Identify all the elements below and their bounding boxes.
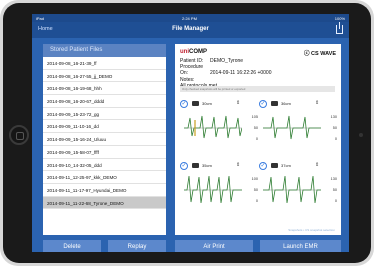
patient-info: Patient ID: DEMO_Tyrone Procedure On: 2014… xyxy=(180,58,272,89)
scale-mid: 50 xyxy=(253,126,258,130)
stored-files-header: Stored Patient Files xyxy=(43,44,166,57)
file-list-item[interactable]: 2014-09-08_16-20-67_dddd xyxy=(43,95,166,108)
report-preview: uniCOMP ⓒ CS WAVE Patient ID: DEMO_Tyrone… xyxy=(175,44,341,235)
report-footer: Snapshots • CS snapshot selection xyxy=(288,228,335,232)
direction-icon: ⇕ xyxy=(236,100,241,106)
product-name: CS WAVE xyxy=(311,51,336,57)
file-list-item[interactable]: 2014-09-09_15-23-72_gg xyxy=(43,108,166,121)
waveform-graph xyxy=(184,175,242,204)
snapshot-checkbox[interactable]: ✓ xyxy=(180,100,188,108)
patient-id-value: DEMO_Tyrone xyxy=(210,58,244,64)
snapshot-tile: ✓ 30cm ⇕ 105 50 0 xyxy=(180,100,258,155)
launch-emr-button[interactable]: Launch EMR xyxy=(260,240,341,252)
scale-top: 100 xyxy=(251,177,258,181)
scale-labels: 105 50 0 xyxy=(252,112,258,145)
replay-button[interactable]: Replay xyxy=(108,240,166,252)
file-list-item[interactable]: 2014-09-09_11-10-16_dd xyxy=(43,120,166,134)
unicomp-logo: uniCOMP xyxy=(180,49,207,55)
notes-label: Notes: xyxy=(180,76,195,83)
scale-mid: 50 xyxy=(332,126,337,130)
delete-button[interactable]: Delete xyxy=(43,240,101,252)
scale-top: 130 xyxy=(330,115,337,119)
snapshot-tile: ✓ 37cm ⇕ 130 50 0 xyxy=(259,162,337,217)
snapshot-depth: 35cm xyxy=(202,163,212,168)
snapshot-checkbox[interactable]: ✓ xyxy=(259,162,267,170)
battery-level: 100% xyxy=(334,16,345,21)
air-print-button[interactable]: Air Print xyxy=(175,240,253,252)
status-bar: iPad 2:24 PM 100% xyxy=(32,14,349,22)
home-button[interactable] xyxy=(9,125,29,145)
scale-labels: 130 50 0 xyxy=(331,112,337,145)
file-list-item[interactable]: 2014-09-08_16-27-55_jj_DEMO xyxy=(43,70,166,83)
scale-bottom: 0 xyxy=(334,137,337,141)
waveform-graph xyxy=(263,115,321,140)
scale-bottom: 0 xyxy=(255,199,258,203)
file-list-item[interactable]: 2014-09-11_11-17-97_Hyundai_DEMO xyxy=(43,184,166,197)
camera-icon xyxy=(271,101,278,106)
file-list-item[interactable]: 2014-09-09_15-16-24_Uluuu xyxy=(43,133,166,146)
direction-icon: ⇕ xyxy=(315,100,320,106)
file-list-item[interactable]: 2014-09-11_12-25-97_kkk_DEMO xyxy=(43,171,166,184)
share-icon[interactable] xyxy=(336,22,343,34)
waveform-graph xyxy=(184,115,242,139)
status-time: 2:24 PM xyxy=(182,16,197,21)
snapshot-checkbox[interactable]: ✓ xyxy=(259,100,267,108)
scale-labels: 100 50 0 xyxy=(252,174,258,207)
brand-name: COMP xyxy=(189,49,207,55)
file-list-item[interactable]: 2014-09-08_16-21-39_ff xyxy=(43,57,166,70)
snapshot-depth: 36cm xyxy=(281,101,291,106)
cs-wave-logo: ⓒ CS WAVE xyxy=(304,51,336,57)
scale-mid: 50 xyxy=(332,188,337,192)
procedure-label: Procedure On: xyxy=(180,64,204,77)
scale-top: 105 xyxy=(251,115,258,119)
scale-mid: 50 xyxy=(253,188,258,192)
direction-icon: ⇕ xyxy=(315,162,320,168)
snapshot-depth: 30cm xyxy=(202,101,212,106)
camera-icon xyxy=(271,163,278,168)
snapshot-checkbox[interactable]: ✓ xyxy=(180,162,188,170)
brand-prefix: uni xyxy=(180,49,189,55)
scale-top: 130 xyxy=(330,177,337,181)
file-list-item[interactable]: 2014-09-08_16-19-68_hhh xyxy=(43,82,166,96)
page-title: File Manager xyxy=(172,26,209,32)
scale-bottom: 0 xyxy=(255,137,258,141)
navigation-bar: Home File Manager xyxy=(32,22,349,38)
file-list: 2014-09-08_16-21-39_ff 2014-09-08_16-27-5… xyxy=(43,57,166,210)
print-warning: Only checked snapshots will be printed o… xyxy=(180,86,335,92)
procedure-value: 2014-09-11 16:22:26 +0000 xyxy=(210,70,272,77)
stored-files-panel: Stored Patient Files 2014-09-08_16-21-39… xyxy=(43,44,166,235)
scale-labels: 130 50 0 xyxy=(331,174,337,207)
file-list-item[interactable]: 2014-09-10_14-32-05_ddd xyxy=(43,159,166,172)
app-screen: iPad 2:24 PM 100% Home File Manager Stor… xyxy=(32,14,349,252)
file-list-item[interactable]: 2014-09-11_11-22-68_Tyrone_DEMO xyxy=(43,196,166,210)
snapshot-tile: ✓ 35cm ⇕ 100 50 0 xyxy=(180,162,258,217)
camera-icon xyxy=(192,163,199,168)
camera-dot xyxy=(359,133,363,137)
direction-icon: ⇕ xyxy=(236,162,241,168)
carrier-label: iPad xyxy=(36,16,45,21)
file-list-item[interactable]: 2014-09-09_15-58-07_ffff xyxy=(43,146,166,159)
scale-bottom: 0 xyxy=(334,199,337,203)
snapshot-depth: 37cm xyxy=(281,163,291,168)
camera-icon xyxy=(192,101,199,106)
snapshot-tile: ✓ 36cm ⇕ 130 50 0 xyxy=(259,100,337,155)
waveform-graph xyxy=(263,175,321,204)
